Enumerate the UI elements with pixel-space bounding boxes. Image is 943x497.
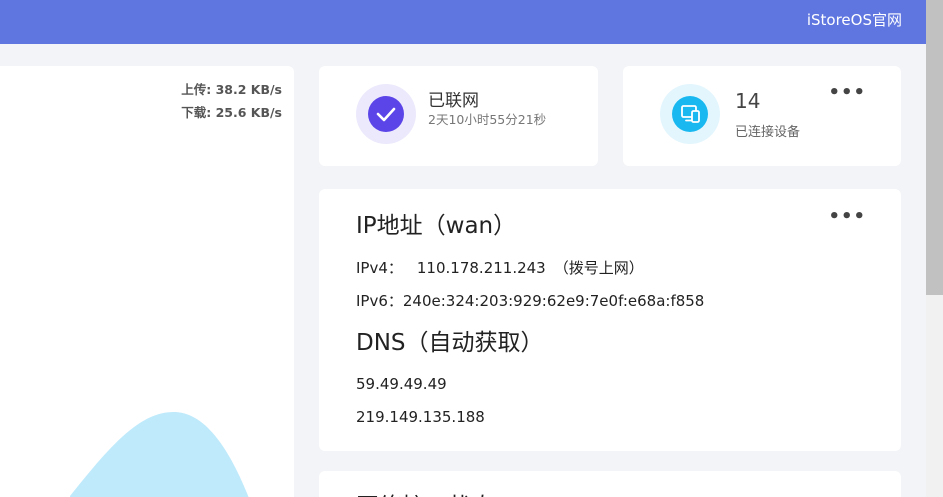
- devices-more-button[interactable]: •••: [828, 84, 866, 102]
- network-status-card: 已联网 2天10小时55分21秒: [319, 66, 598, 166]
- traffic-card: 上传: 38.2 KB/s 下载: 25.6 KB/s: [0, 66, 294, 497]
- device-count-label: 已连接设备: [735, 125, 801, 140]
- download-rate: 下载: 25.6 KB/s: [181, 105, 282, 120]
- ipv4-label: IPv4：: [356, 259, 403, 277]
- devices-icon-wrapper: [660, 84, 720, 144]
- istoreos-site-link[interactable]: iStoreOS官网: [807, 9, 902, 30]
- ip-address-card: ••• IP地址（wan） IPv4： 110.178.211.243 （拨号上网）…: [319, 189, 901, 451]
- check-circle-icon: [368, 96, 404, 132]
- connected-devices-card[interactable]: 14 已连接设备 •••: [623, 66, 901, 166]
- dns-section-title: DNS（自动获取）: [356, 330, 544, 356]
- dns-server-1: 59.49.49.49: [356, 375, 447, 393]
- ipv6-value: 240e:324:203:929:62e9:7e0f:e68a:f858: [402, 292, 705, 310]
- interface-status-title: 网络接口状态: [356, 487, 494, 497]
- top-bar: iStoreOS官网: [0, 0, 926, 44]
- page-scrollbar[interactable]: [926, 0, 943, 497]
- ipv4-value: 110.178.211.243: [416, 259, 546, 277]
- ipv6-row: IPv6：240e:324:203:929:62e9:7e0f:e68a:f85…: [356, 290, 704, 311]
- scrollbar-thumb[interactable]: [926, 0, 943, 295]
- interface-status-card: 网络接口状态: [319, 471, 901, 497]
- ip-section-title: IP地址（wan）: [356, 213, 517, 239]
- uptime-text: 2天10小时55分21秒: [428, 112, 547, 127]
- status-icon-wrapper: [356, 84, 416, 144]
- ip-more-button[interactable]: •••: [828, 208, 866, 226]
- network-status-title: 已联网: [428, 91, 479, 111]
- traffic-area: [70, 411, 249, 497]
- traffic-chart: [70, 411, 249, 497]
- devices-icon: [672, 96, 708, 132]
- ipv6-label: IPv6：: [356, 292, 403, 310]
- ipv4-row: IPv4： 110.178.211.243 （拨号上网）: [356, 257, 644, 278]
- device-count: 14: [735, 89, 761, 113]
- upload-rate: 上传: 38.2 KB/s: [181, 82, 282, 97]
- ipv4-mode: （拨号上网）: [553, 259, 644, 277]
- dns-server-2: 219.149.135.188: [356, 408, 485, 426]
